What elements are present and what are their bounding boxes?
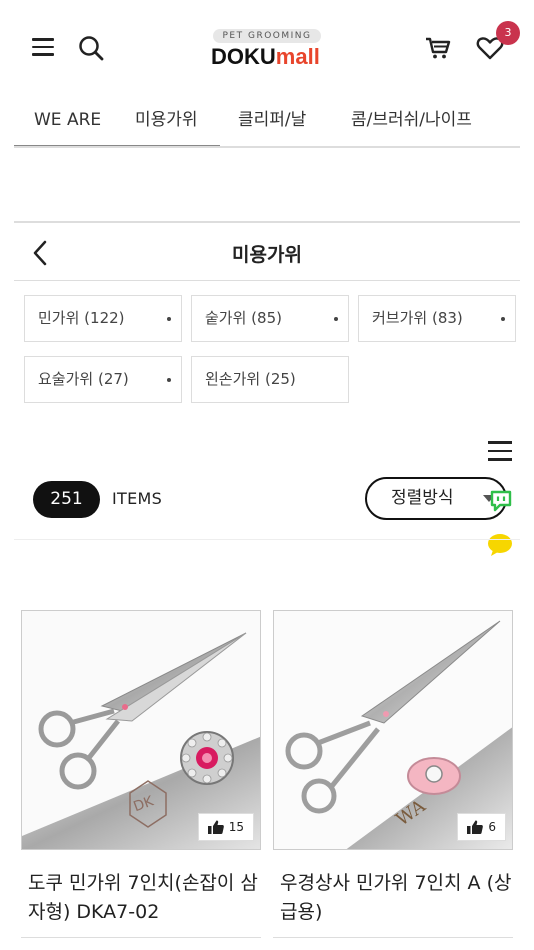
product-name[interactable]: 도쿠 민가위 7인치(손잡이 삼자형) DKA7-02 xyxy=(21,869,261,927)
like-count: 15 xyxy=(228,820,244,834)
tab-active-indicator xyxy=(14,145,220,146)
sort-select[interactable]: 정렬방식 xyxy=(365,477,507,520)
product-image[interactable]: WA 6 xyxy=(273,610,513,850)
divider xyxy=(21,937,261,938)
category-nav: WE ARE 미용가위 클리퍼/날 콤/브러쉬/나이프 xyxy=(14,98,520,148)
page-title-bar: 미용가위 xyxy=(14,221,520,281)
tab-clippers[interactable]: 클리퍼/날 xyxy=(238,98,306,146)
product-card[interactable]: WA 6 우경상사 민가위 7인치 A (상급용) xyxy=(273,610,513,927)
subcategory-label: 숱가위 (85) xyxy=(205,309,282,327)
menu-icon[interactable] xyxy=(32,38,54,56)
product-card[interactable]: DK 15 도쿠 민가위 7인치(손잡이 삼자형) DKA7-02 xyxy=(21,610,261,927)
thumbs-up-icon xyxy=(467,820,484,834)
divider xyxy=(273,937,513,938)
subcategory-magic-scissors[interactable]: 요술가위 (27) xyxy=(24,356,182,403)
subcategory-curved-scissors[interactable]: 커브가위 (83) xyxy=(358,295,516,342)
logo-suffix: mall xyxy=(275,44,320,69)
logo-wordmark: DOKUmall xyxy=(211,44,320,70)
header: PET GROOMING DOKUmall 3 xyxy=(0,0,534,95)
logo[interactable]: PET GROOMING DOKUmall xyxy=(211,29,323,71)
product-image[interactable]: DK 15 xyxy=(21,610,261,850)
cart-icon[interactable] xyxy=(424,36,452,60)
thumbs-up-icon xyxy=(207,820,224,834)
logo-brand: DOKU xyxy=(211,44,276,69)
more-dot-icon xyxy=(501,317,505,321)
tab-combs[interactable]: 콤/브러쉬/나이프 xyxy=(351,98,472,146)
tab-grooming-scissors[interactable]: 미용가위 xyxy=(135,98,198,146)
subcategory-straight-scissors[interactable]: 민가위 (122) xyxy=(24,295,182,342)
tab-we-are[interactable]: WE ARE xyxy=(34,98,101,146)
subcategory-label: 커브가위 (83) xyxy=(372,309,463,327)
subcategory-thinning-scissors[interactable]: 숱가위 (85) xyxy=(191,295,349,342)
item-count-badge: 251 xyxy=(33,481,100,518)
subcategory-label: 요술가위 (27) xyxy=(38,370,129,388)
product-name[interactable]: 우경상사 민가위 7인치 A (상급용) xyxy=(273,869,513,927)
kakao-talk-icon[interactable] xyxy=(487,533,513,557)
subcategory-lefthand-scissors[interactable]: 왼손가위 (25) xyxy=(191,356,349,403)
filter-menu-icon[interactable] xyxy=(488,441,512,461)
subcategory-label: 민가위 (122) xyxy=(38,309,125,327)
more-dot-icon xyxy=(334,317,338,321)
sort-label: 정렬방식 xyxy=(391,488,454,508)
like-count-badge[interactable]: 15 xyxy=(197,813,254,841)
like-count: 6 xyxy=(488,820,496,834)
like-count-badge[interactable]: 6 xyxy=(457,813,506,841)
items-label: ITEMS xyxy=(112,489,163,508)
more-dot-icon xyxy=(167,378,171,382)
chat-icon[interactable] xyxy=(489,489,513,513)
more-dot-icon xyxy=(167,317,171,321)
search-icon[interactable] xyxy=(78,35,104,61)
page-title: 미용가위 xyxy=(232,244,302,266)
divider xyxy=(14,539,520,540)
wishlist-count-badge: 3 xyxy=(496,21,520,45)
subcategory-label: 왼손가위 (25) xyxy=(205,370,296,388)
logo-tagline: PET GROOMING xyxy=(213,29,321,43)
